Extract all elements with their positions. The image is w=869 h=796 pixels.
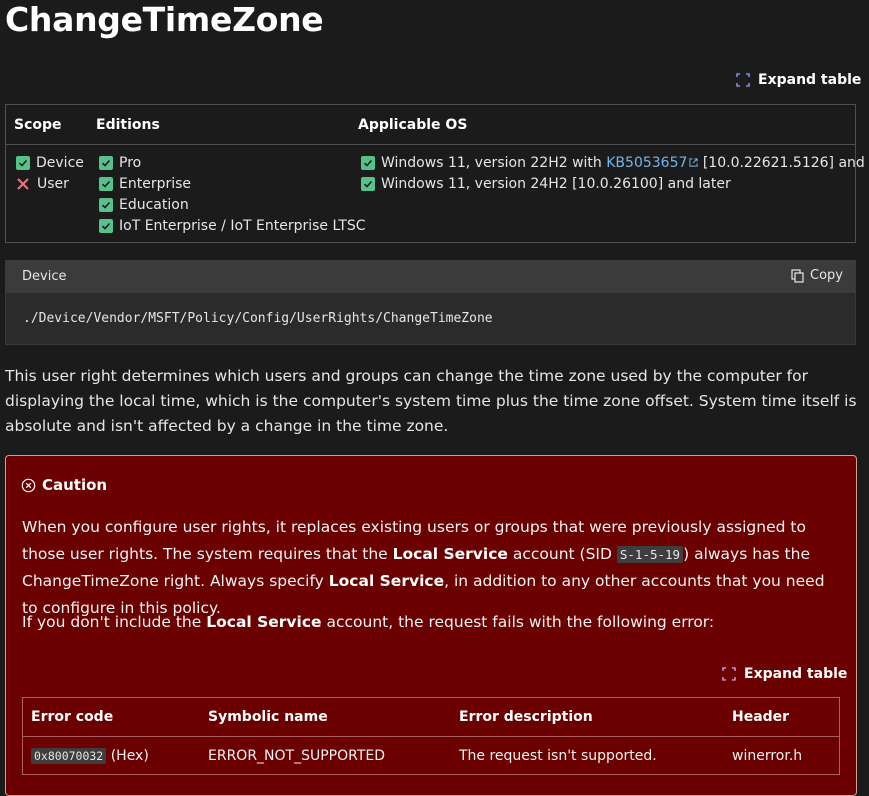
kb-link[interactable]: KB5053657 xyxy=(606,155,687,171)
edition-enterprise: Enterprise xyxy=(99,176,191,192)
copy-icon xyxy=(791,268,804,283)
check-icon xyxy=(99,219,113,233)
error-table: Error code Symbolic name Error descripti… xyxy=(22,697,840,775)
caution-heading: Caution xyxy=(21,476,107,494)
scope-device: Device xyxy=(16,155,84,171)
header-header: Header xyxy=(732,709,790,725)
expand-table-label: Expand table xyxy=(758,72,862,88)
cell-symbolic-name: ERROR_NOT_SUPPORTED xyxy=(208,748,386,764)
check-icon xyxy=(361,177,375,191)
sid-code: S-1-5-19 xyxy=(616,545,684,563)
os-24h2: Windows 11, version 24H2 [10.0.26100] an… xyxy=(361,176,731,192)
cell-error-description: The request isn't supported. xyxy=(459,748,657,764)
edition-iot-enterprise: IoT Enterprise / IoT Enterprise LTSC xyxy=(99,218,366,234)
copy-button[interactable]: Copy xyxy=(791,268,843,283)
check-icon xyxy=(361,156,375,170)
code-language-label: Device xyxy=(22,269,67,284)
caution-paragraph-1: When you configure user rights, it repla… xyxy=(22,518,825,617)
table-header: Scope Editions Applicable OS xyxy=(6,105,855,145)
code-header: Device Copy xyxy=(6,261,855,293)
check-icon xyxy=(99,156,113,170)
header-error-code: Error code xyxy=(31,709,114,725)
check-icon xyxy=(16,156,30,170)
os-22h2: Windows 11, version 22H2 with KB5053657 … xyxy=(361,155,869,171)
check-icon xyxy=(99,177,113,191)
header-applicable-os: Applicable OS xyxy=(358,117,468,133)
check-icon xyxy=(99,198,113,212)
header-scope: Scope xyxy=(14,117,62,133)
expand-icon xyxy=(722,667,736,681)
page-title: ChangeTimeZone xyxy=(5,0,324,39)
expand-table-button[interactable]: Expand table xyxy=(736,72,861,88)
expand-table-button[interactable]: Expand table xyxy=(722,666,847,682)
expand-table-label: Expand table xyxy=(744,666,848,682)
edition-pro: Pro xyxy=(99,155,141,171)
scope-user: User xyxy=(15,176,69,192)
expand-icon xyxy=(736,73,750,87)
cell-header: winerror.h xyxy=(732,748,803,764)
header-error-description: Error description xyxy=(459,709,593,725)
code-text: ./Device/Vendor/MSFT/Policy/Config/UserR… xyxy=(23,311,493,326)
edition-education: Education xyxy=(99,197,189,213)
cross-icon xyxy=(17,178,29,190)
description-paragraph: This user right determines which users a… xyxy=(5,367,857,435)
error-circle-icon xyxy=(21,478,36,492)
table-header: Error code Symbolic name Error descripti… xyxy=(23,698,839,737)
code-block: Device Copy ./Device/Vendor/MSFT/Policy/… xyxy=(5,260,856,345)
cell-error-code: 0x80070032 (Hex) xyxy=(31,748,149,764)
editions-table: Scope Editions Applicable OS Device User… xyxy=(5,104,869,243)
caution-alert: Caution When you configure user rights, … xyxy=(5,455,857,796)
header-editions: Editions xyxy=(96,117,160,133)
header-symbolic-name: Symbolic name xyxy=(208,709,328,725)
caution-paragraph-2: If you don't include the Local Service a… xyxy=(22,613,715,631)
